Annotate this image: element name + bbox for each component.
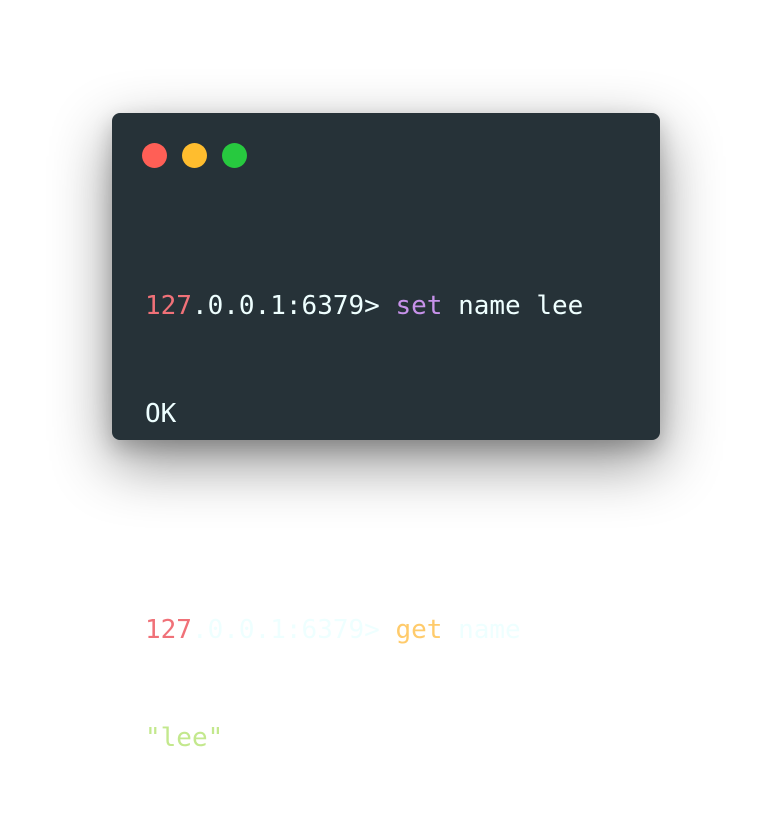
prompt-host-number: 127: [145, 615, 192, 645]
terminal-output: 127.0.0.1:6379> set name lee OK 127.0.0.…: [145, 216, 583, 828]
command-output: "lee": [145, 723, 224, 753]
maximize-button[interactable]: [222, 143, 247, 168]
command-keyword: get: [395, 615, 443, 645]
window-controls: [142, 143, 247, 168]
command-output: OK: [145, 399, 177, 429]
command-keyword: set: [395, 291, 443, 321]
close-button[interactable]: [142, 143, 167, 168]
command-line-get: 127.0.0.1:6379> get name: [145, 612, 583, 648]
prompt-host-rest: .0.0.1:6379>: [191, 615, 380, 645]
prompt-host-number: 127: [145, 291, 192, 321]
output-line: "lee": [145, 720, 583, 756]
output-line: OK: [145, 396, 583, 432]
prompt-host-rest: .0.0.1:6379>: [191, 291, 380, 321]
command-line-set: 127.0.0.1:6379> set name lee: [145, 288, 583, 324]
terminal-window: 127.0.0.1:6379> set name lee OK 127.0.0.…: [112, 113, 660, 753]
command-args: name lee: [458, 291, 584, 321]
minimize-button[interactable]: [182, 143, 207, 168]
command-args: name: [458, 615, 521, 645]
